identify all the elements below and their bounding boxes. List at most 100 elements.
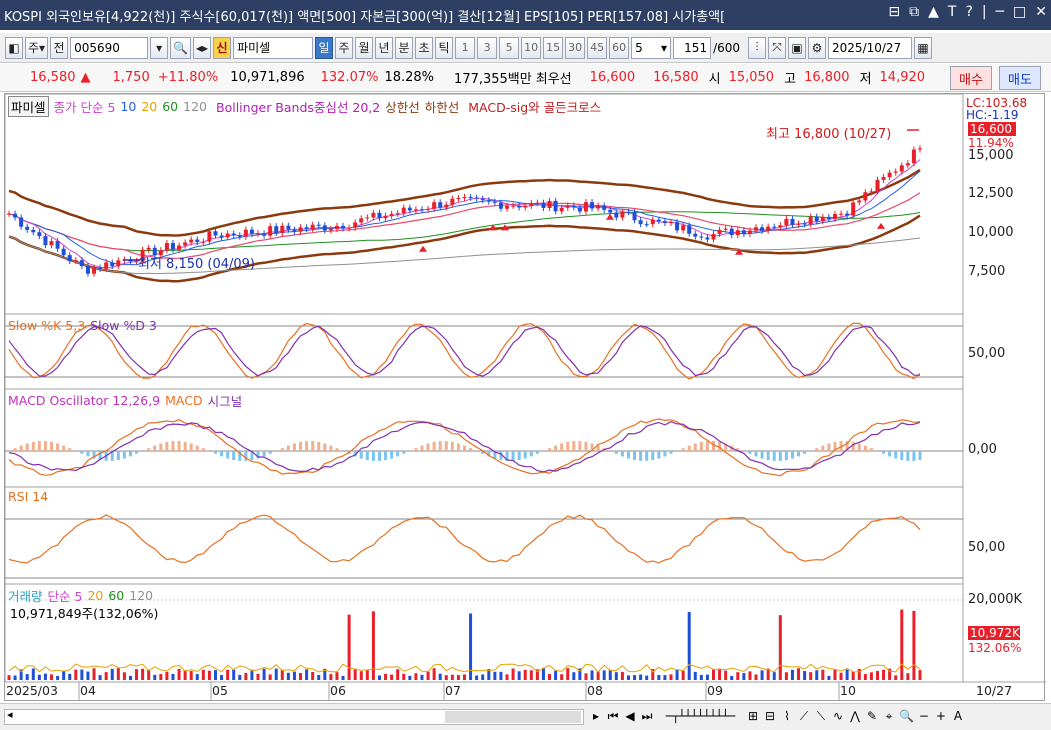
period-week[interactable]: 주	[335, 36, 354, 59]
zoom-icon[interactable]: 🔍	[899, 707, 914, 725]
macd-hist-bar	[68, 448, 72, 451]
plus-icon[interactable]: +	[934, 707, 948, 725]
speaker-icon[interactable]: ◂▸	[193, 36, 212, 59]
line-tool-icon[interactable]: ⟋	[797, 707, 811, 725]
period-select[interactable]: 주 ▾	[25, 36, 49, 59]
interval-15[interactable]: 15	[543, 36, 564, 59]
candle-body	[784, 218, 789, 226]
prev-page-icon[interactable]: ◀	[623, 707, 637, 725]
macd-hist-bar	[135, 451, 139, 454]
interval-5[interactable]: 5	[499, 36, 520, 59]
candle-body	[893, 171, 898, 173]
scroll-thumb[interactable]	[445, 711, 581, 723]
macd-hist-bar	[195, 445, 199, 451]
candle-body	[419, 209, 424, 211]
volume-bar	[408, 675, 412, 680]
popout-icon[interactable]: ⧉	[909, 4, 919, 20]
first-icon[interactable]: ⏮	[606, 707, 620, 725]
bb-lower-legend: 하한선	[424, 100, 460, 115]
interval-45[interactable]: 45	[587, 36, 608, 59]
save-icon[interactable]: ▣	[788, 36, 807, 59]
dropdown-icon[interactable]: ▾	[150, 36, 169, 59]
minimize-icon[interactable]: ─	[996, 4, 1004, 20]
candle-body	[146, 247, 151, 250]
buy-button[interactable]: 매수	[950, 66, 992, 90]
drawing-icon[interactable]: ✎	[865, 707, 879, 725]
candle-body	[681, 225, 686, 231]
layout-icon[interactable]: ⊟	[888, 4, 900, 20]
period-day[interactable]: 일	[315, 36, 334, 59]
pattern-tool-icon[interactable]: ⋀	[848, 707, 862, 725]
candle-body	[13, 213, 18, 218]
volume-bar	[554, 670, 558, 680]
interval-1[interactable]: 1	[455, 36, 476, 59]
period-month[interactable]: 월	[355, 36, 374, 59]
volume-bar	[128, 675, 132, 680]
stock-name-field[interactable]: 파미셀	[233, 36, 314, 59]
hc-label: HC:-1.19	[966, 108, 1019, 122]
last-icon[interactable]: ⏭	[640, 707, 654, 725]
stoch-tick: 50,00	[968, 346, 1006, 361]
help-icon[interactable]: ?	[965, 4, 972, 20]
candle-body	[341, 225, 346, 229]
candle-body	[492, 201, 497, 203]
split-icon[interactable]: ⊞	[746, 707, 760, 725]
candle-style-icon[interactable]: ⫶	[748, 36, 767, 59]
trend-tool-icon[interactable]: ⟍	[814, 707, 828, 725]
macd-hist-bar	[244, 451, 248, 461]
font-icon[interactable]: T	[948, 4, 957, 20]
candle-body	[887, 172, 892, 178]
open-price: 15,050	[728, 70, 775, 85]
count-select[interactable]: 5 ▾	[631, 36, 672, 59]
interval-3[interactable]: 3	[477, 36, 498, 59]
close-icon[interactable]: ✕	[1035, 4, 1047, 20]
sell-button[interactable]: 매도	[999, 66, 1041, 90]
drawing-tool-icon[interactable]: ⤧	[768, 36, 787, 59]
macd-hist-bar	[329, 445, 333, 451]
volume-bar	[213, 670, 217, 680]
search-icon[interactable]: 🔍	[170, 36, 192, 59]
horizontal-scrollbar[interactable]: ◂	[4, 708, 584, 725]
fibo-tool-icon[interactable]: ∿	[831, 707, 845, 725]
play-icon[interactable]: ▸	[589, 707, 603, 725]
maximize-icon[interactable]: □	[1013, 4, 1026, 20]
candle-body	[371, 212, 376, 218]
range-input[interactable]: 151	[673, 36, 712, 59]
window-icon[interactable]: ⊟	[763, 707, 777, 725]
pin-icon[interactable]: ▲	[928, 4, 939, 20]
zoom-slider[interactable]: ─┬┴┴┴┴┴┴┴┴─	[657, 707, 743, 725]
stock-code-input[interactable]: 005690	[70, 36, 149, 59]
candle-body	[517, 205, 522, 208]
candle-body	[632, 212, 637, 221]
price-legend: 파미셀 종가 단순 5 10 20 60 120 Bollinger Bands…	[8, 96, 601, 117]
interval-10[interactable]: 10	[521, 36, 542, 59]
volume-bar	[918, 670, 922, 680]
scroll-left-icon[interactable]: ◂	[7, 708, 13, 721]
magnet-icon[interactable]: ⌖	[882, 707, 896, 725]
candle-body	[407, 207, 412, 211]
candle-body	[590, 202, 595, 209]
volume-bar	[226, 669, 230, 680]
interval-60[interactable]: 60	[609, 36, 630, 59]
volume-bar	[833, 669, 837, 680]
period-minute[interactable]: 분	[395, 36, 414, 59]
text-tool-icon[interactable]: A	[951, 707, 965, 725]
stoch-legend: Slow %K 5,3 Slow %D 3	[8, 318, 157, 333]
macd-hist-bar	[882, 451, 886, 454]
candle-body	[249, 229, 254, 234]
prev-button[interactable]: 전	[50, 36, 69, 59]
date-input[interactable]: 2025/10/27	[828, 36, 913, 59]
period-tick[interactable]: 틱	[435, 36, 454, 59]
stock-name-legend: 파미셀	[8, 96, 49, 117]
interval-30[interactable]: 30	[565, 36, 586, 59]
period-year[interactable]: 년	[375, 36, 394, 59]
candle-body	[760, 227, 765, 231]
macd-hist-bar	[420, 445, 424, 451]
panel-icon[interactable]: ◧	[5, 36, 23, 59]
chart-type-icon[interactable]: ⌇	[780, 707, 794, 725]
calendar-icon[interactable]: ▦	[914, 36, 933, 59]
volume-bar	[541, 668, 545, 680]
period-second[interactable]: 초	[415, 36, 434, 59]
gear-icon[interactable]: ⚙	[808, 36, 827, 59]
minus-icon[interactable]: −	[917, 707, 931, 725]
